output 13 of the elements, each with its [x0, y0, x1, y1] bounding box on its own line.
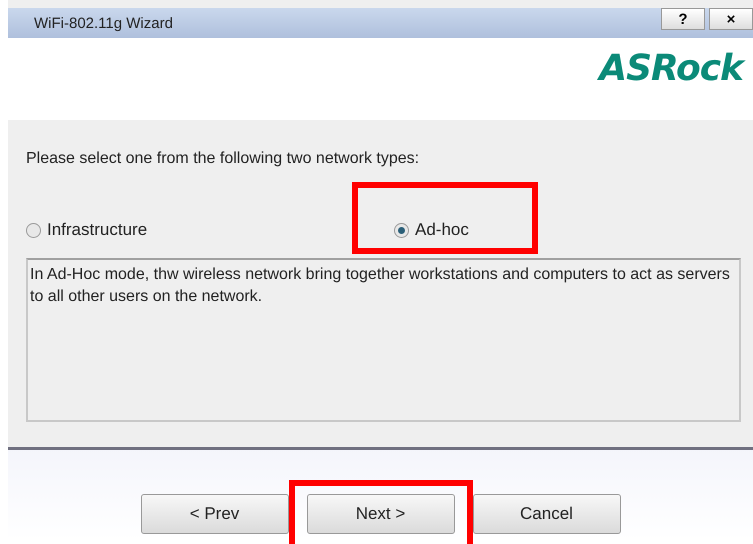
window-title: WiFi-802.11g Wizard: [34, 14, 173, 32]
description-text: In Ad-Hoc mode, thw wireless network bring together workstations and computers to act as servers to all other users on the network.: [26, 258, 741, 422]
option-label: Ad-hoc: [415, 220, 469, 240]
radio-button[interactable]: [394, 222, 409, 238]
option-label: Infrastructure: [47, 220, 148, 240]
close-button[interactable]: ×: [709, 8, 753, 30]
help-button[interactable]: ?: [661, 8, 705, 30]
instruction-text: Please select one from the following two network types:: [26, 150, 420, 168]
brand-logo: ASRock: [599, 47, 747, 91]
prev-button[interactable]: < Prev: [140, 494, 288, 534]
radio-button[interactable]: [26, 222, 41, 238]
cancel-button[interactable]: Cancel: [472, 494, 620, 534]
next-button[interactable]: Next >: [306, 494, 454, 534]
